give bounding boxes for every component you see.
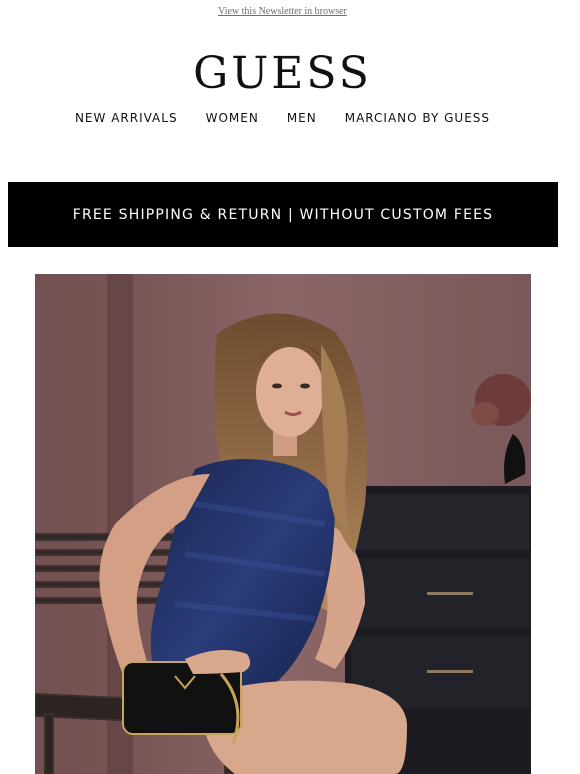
shipping-banner[interactable]: FREE SHIPPING & RETURN | WITHOUT CUSTOM … bbox=[8, 182, 558, 247]
nav-item-marciano[interactable]: MARCIANO BY GUESS bbox=[345, 111, 490, 125]
guess-logo[interactable]: GUESS bbox=[0, 48, 565, 100]
nav-item-new-arrivals[interactable]: NEW ARRIVALS bbox=[75, 111, 178, 125]
hero-image[interactable] bbox=[35, 274, 531, 774]
shipping-banner-text: FREE SHIPPING & RETURN | WITHOUT CUSTOM … bbox=[72, 206, 494, 223]
view-in-browser-link[interactable]: View this Newsletter in browser bbox=[0, 6, 565, 17]
nav-item-men[interactable]: MEN bbox=[287, 111, 317, 125]
main-nav: NEW ARRIVALS WOMEN MEN MARCIANO BY GUESS bbox=[0, 111, 565, 125]
nav-item-women[interactable]: WOMEN bbox=[206, 111, 259, 125]
hero-illustration bbox=[35, 274, 531, 774]
